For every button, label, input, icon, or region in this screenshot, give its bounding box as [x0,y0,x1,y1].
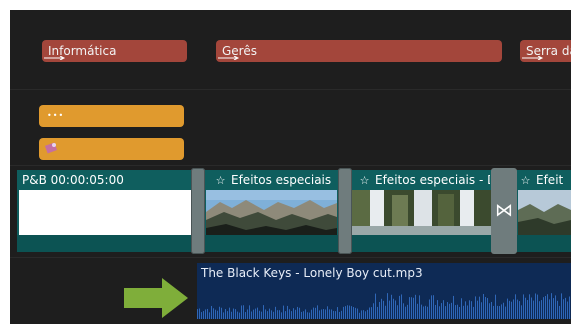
title-clip-informatica[interactable]: Informática [42,40,187,62]
bowtie-transition-icon[interactable]: ⋈ [491,168,517,254]
clip-header-effects-2[interactable]: ☆ Efeitos especiais - D [358,170,490,190]
clip-label: P&B 00:00:05:00 [22,173,124,187]
effects-star-icon: ☆ [215,174,226,187]
clip-label: Efeit [536,173,564,187]
lane-divider [10,165,571,166]
audio-clip-title: The Black Keys - Lonely Boy cut.mp3 [201,266,423,280]
mountain-thumbnail[interactable] [206,190,337,235]
overlay-clip[interactable]: ••• [39,105,184,127]
timeline-panel: Informática Gerês Serra da ••• P&B 00:00… [10,10,571,324]
lane-divider [10,257,571,258]
clip-trim-handle[interactable] [191,168,205,254]
valley-thumbnail[interactable] [518,190,571,235]
green-pointer-arrow-icon [124,278,188,318]
title-clip-serra[interactable]: Serra da [520,40,571,62]
lane-divider [10,89,571,90]
overlay-clip[interactable] [39,138,184,160]
clip-trim-handle[interactable] [338,168,352,254]
waterfall-thumbnail[interactable] [352,190,491,235]
title-clip-geres[interactable]: Gerês [216,40,502,62]
image-sticker-icon [45,142,58,154]
clip-label: Efeitos especiais [231,173,332,187]
dots-icon: ••• [47,111,65,120]
text-arrow-icon [218,56,240,60]
clip-header-effects-1[interactable]: ☆ Efeitos especiais [214,170,339,190]
white-color-clip[interactable] [19,190,192,235]
clip-header-pb[interactable]: P&B 00:00:05:00 [22,170,192,190]
video-track-footer [17,235,571,252]
clip-header-effects-3[interactable]: ☆ Efeit [519,170,571,190]
effects-star-icon: ☆ [520,174,531,187]
clip-label: Efeitos especiais - D [375,173,490,187]
effects-star-icon: ☆ [359,174,370,187]
text-arrow-icon [522,56,544,60]
text-arrow-icon [44,56,66,60]
